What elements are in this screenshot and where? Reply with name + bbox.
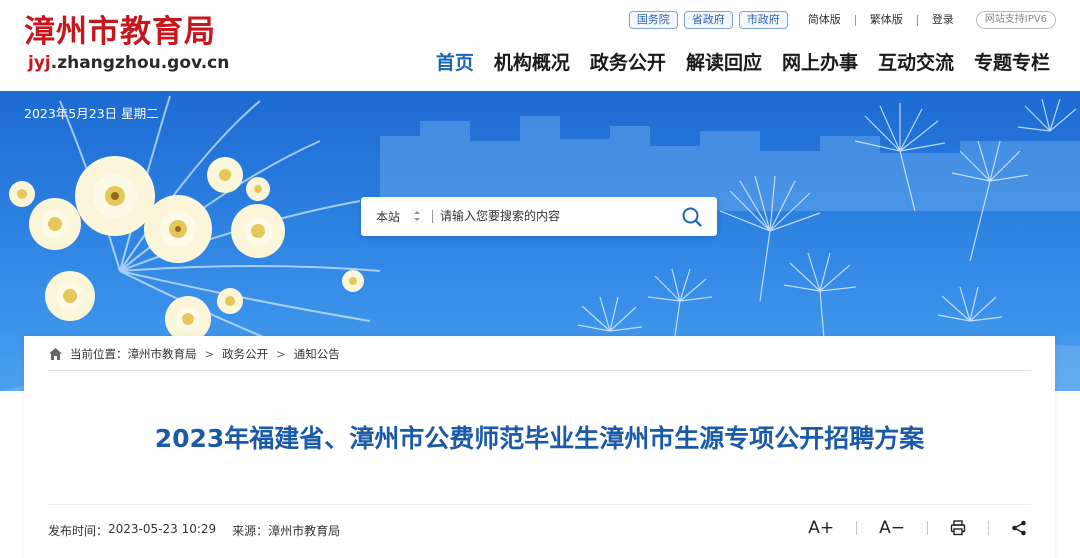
site-domain[interactable]: jyj.zhangzhou.gov.cn <box>28 52 229 74</box>
share-button[interactable] <box>1011 520 1027 536</box>
traditional-chinese-link[interactable]: 繁体版 <box>870 11 903 29</box>
nav-interpretation[interactable]: 解读回应 <box>686 50 762 76</box>
login-link[interactable]: 登录 <box>932 11 954 29</box>
article-source: 漳州市教育局 <box>268 524 341 538</box>
publish-time: 2023-05-23 10:29 <box>108 522 217 536</box>
search-scope-select[interactable]: 本站 <box>376 208 400 225</box>
current-date: 2023年5月23日 星期二 <box>24 106 159 121</box>
search-box: 本站 <box>361 197 717 236</box>
main-nav: 首页 机构概况 政务公开 解读回应 网上办事 互动交流 专题专栏 <box>416 50 1050 76</box>
link-guowuyuan[interactable]: 国务院 <box>628 11 678 29</box>
breadcrumb-separator: > <box>204 347 215 361</box>
font-smaller-button[interactable]: A− <box>879 517 905 539</box>
print-button[interactable] <box>950 520 966 536</box>
site-logo-title[interactable]: 漳州市教育局 <box>24 12 216 52</box>
top-links-bar: 国务院 省政府 市政府 简体版 繁体版 登录 网站支持IPV6 <box>628 10 1056 30</box>
home-icon <box>49 348 62 360</box>
divider <box>48 370 1031 371</box>
sort-arrows-icon[interactable] <box>412 208 422 224</box>
nav-home[interactable]: 首页 <box>436 50 474 76</box>
simplified-chinese-link[interactable]: 简体版 <box>808 11 841 29</box>
nav-special-topics[interactable]: 专题专栏 <box>974 50 1050 76</box>
nav-government-affairs[interactable]: 政务公开 <box>590 50 666 76</box>
article-card: 当前位置： 漳州市教育局 > 政务公开 > 通知公告 2023年福建省、漳州市公… <box>24 336 1055 558</box>
nav-online-services[interactable]: 网上办事 <box>782 50 858 76</box>
breadcrumb: 当前位置： 漳州市教育局 > 政务公开 > 通知公告 <box>48 345 340 363</box>
site-domain-rest: .zhangzhou.gov.cn <box>50 53 230 73</box>
article-meta: 发布时间： 2023-05-23 10:29 来源： 漳州市教育局 <box>48 522 346 539</box>
search-input[interactable] <box>440 205 670 227</box>
nav-interaction[interactable]: 互动交流 <box>878 50 954 76</box>
font-larger-button[interactable]: A+ <box>808 517 834 539</box>
article-title: 2023年福建省、漳州市公费师范毕业生漳州市生源专项公开招聘方案 <box>154 424 925 453</box>
divider <box>432 210 433 223</box>
link-shengzhengfu[interactable]: 省政府 <box>683 11 733 29</box>
share-icon <box>1012 520 1026 536</box>
breadcrumb-prefix: 当前位置： <box>70 347 128 361</box>
breadcrumb-item-government-affairs[interactable]: 政务公开 <box>222 346 268 362</box>
site-header: 漳州市教育局 jyj.zhangzhou.gov.cn 国务院 省政府 市政府 … <box>0 0 1080 91</box>
divider <box>927 521 928 535</box>
breadcrumb-separator: > <box>276 347 286 361</box>
ipv6-badge: 网站支持IPV6 <box>975 11 1056 29</box>
link-shizhengfu[interactable]: 市政府 <box>738 11 788 29</box>
divider <box>916 14 918 26</box>
divider <box>856 521 858 535</box>
print-icon <box>950 520 966 536</box>
publish-time-label: 发布时间： <box>48 524 109 538</box>
divider <box>48 504 1031 505</box>
breadcrumb-item-home[interactable]: 漳州市教育局 <box>128 346 197 362</box>
search-icon[interactable] <box>681 206 703 228</box>
divider <box>988 521 989 535</box>
breadcrumb-item-notices[interactable]: 通知公告 <box>294 346 340 362</box>
source-label: 来源： <box>232 524 269 538</box>
article-tools: A+ A− <box>808 517 1027 539</box>
nav-organization[interactable]: 机构概况 <box>494 50 570 76</box>
site-domain-prefix: jyj <box>28 53 51 73</box>
divider <box>854 14 856 26</box>
